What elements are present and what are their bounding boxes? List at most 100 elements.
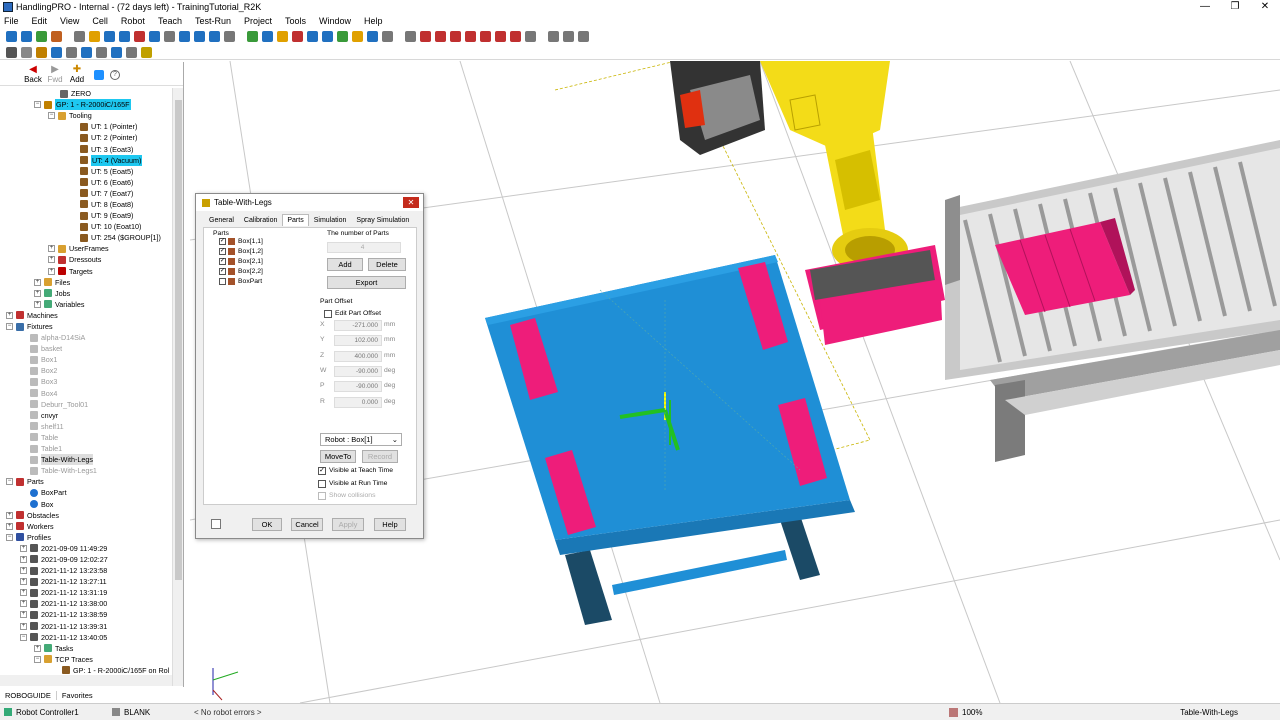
tree-item[interactable]: UT: 2 (Pointer) xyxy=(0,132,172,143)
tree-item[interactable]: + Machines xyxy=(0,310,172,321)
tree-expander-icon[interactable]: + xyxy=(6,522,13,530)
tree-vscrollbar[interactable] xyxy=(172,88,183,686)
tab-calibration[interactable]: Calibration xyxy=(239,214,282,226)
tab-parts[interactable]: Parts xyxy=(282,214,309,226)
tree-item[interactable]: ZERO xyxy=(0,88,172,99)
toolbar-tool-icon[interactable] xyxy=(292,31,303,42)
tab-spray-simulation[interactable]: Spray Simulation xyxy=(351,214,414,226)
toolbar-view-icon[interactable] xyxy=(51,46,62,58)
toolbar-tool-icon[interactable] xyxy=(119,31,130,42)
toolbar-tool-icon[interactable] xyxy=(337,31,348,42)
edit-offset-checkbox[interactable] xyxy=(324,310,332,318)
toolbar-tool-icon[interactable] xyxy=(6,31,17,42)
tree-expander-icon[interactable]: + xyxy=(20,600,27,608)
toolbar-tool-icon[interactable] xyxy=(435,31,446,42)
toolbar-tool-icon[interactable] xyxy=(51,31,62,42)
tree-item[interactable]: Table xyxy=(0,432,172,443)
toolbar-tool-icon[interactable] xyxy=(134,31,145,42)
part-checkbox[interactable]: ✓ xyxy=(219,268,226,275)
tree-item[interactable]: − Profiles xyxy=(0,532,172,543)
tree-item[interactable]: +2021-11-12 13:27:11 xyxy=(0,576,172,587)
toolbar-tool-icon[interactable] xyxy=(322,31,333,42)
robot-part-select[interactable]: Robot : Box[1] ⌄ xyxy=(320,433,402,446)
part-list-item[interactable]: ✓ Box[1,2] xyxy=(219,248,263,255)
tree-item[interactable]: Box xyxy=(0,498,172,509)
tree-item[interactable]: Table1 xyxy=(0,443,172,454)
toolbar-view-icon[interactable] xyxy=(96,46,107,58)
tree-expander-icon[interactable]: + xyxy=(6,311,13,319)
toolbar-tool-icon[interactable] xyxy=(420,31,431,42)
menu-test-run[interactable]: Test-Run xyxy=(195,16,231,26)
tree-item[interactable]: shelf11 xyxy=(0,421,172,432)
menu-cell[interactable]: Cell xyxy=(92,16,108,26)
cancel-button[interactable]: Cancel xyxy=(291,518,323,531)
tree-expander-icon[interactable]: − xyxy=(48,112,55,120)
tree-expander-icon[interactable]: + xyxy=(20,611,27,619)
toolbar-tool-icon[interactable] xyxy=(367,31,378,42)
restore-button[interactable]: ❐ xyxy=(1220,0,1250,14)
toolbar-tool-icon[interactable] xyxy=(563,31,574,42)
tree-expander-icon[interactable]: + xyxy=(34,278,41,286)
tree-expander-icon[interactable]: − xyxy=(34,655,41,663)
tree-expander-icon[interactable]: + xyxy=(34,289,41,297)
toolbar-tool-icon[interactable] xyxy=(450,31,461,42)
tree-item[interactable]: +2021-09-09 12:02:27 xyxy=(0,554,172,565)
tree-item[interactable]: + Jobs xyxy=(0,288,172,299)
toolbar-view-icon[interactable] xyxy=(141,46,152,58)
fwd-button[interactable]: ▶ Fwd xyxy=(44,65,66,85)
part-list-item[interactable]: ✓ Box[2,2] xyxy=(219,268,263,275)
delete-part-button[interactable]: Delete xyxy=(368,258,406,271)
tree-item[interactable]: − 2021-11-12 13:40:05 xyxy=(0,632,172,643)
tree-item[interactable]: Box4 xyxy=(0,388,172,399)
refresh-icon[interactable] xyxy=(94,70,104,80)
part-checkbox[interactable] xyxy=(219,278,226,285)
tree-item[interactable]: Box2 xyxy=(0,365,172,376)
toolbar-tool-icon[interactable] xyxy=(194,31,205,42)
tree-item[interactable]: Table-With-Legs xyxy=(0,454,172,466)
tab-simulation[interactable]: Simulation xyxy=(309,214,352,226)
help-button[interactable]: Help xyxy=(374,518,406,531)
close-button[interactable]: ✕ xyxy=(1250,0,1280,14)
add-button[interactable]: ✚ Add xyxy=(66,65,88,85)
tree-item[interactable]: + Variables xyxy=(0,299,172,310)
toolbar-view-icon[interactable] xyxy=(126,46,137,58)
tree-expander-icon[interactable]: − xyxy=(20,633,27,641)
toolbar-tool-icon[interactable] xyxy=(525,31,536,42)
tree-item[interactable]: UT: 7 (Eoat7) xyxy=(0,188,172,199)
toolbar-tool-icon[interactable] xyxy=(480,31,491,42)
tree-item[interactable]: UT: 3 (Eoat3) xyxy=(0,143,172,154)
tree-expander-icon[interactable]: + xyxy=(34,644,41,652)
tab-general[interactable]: General xyxy=(204,214,239,226)
toolbar-tool-icon[interactable] xyxy=(36,31,47,42)
tab-favorites[interactable]: Favorites xyxy=(57,691,98,700)
menu-project[interactable]: Project xyxy=(244,16,272,26)
dialog-lock-icon[interactable] xyxy=(211,519,221,529)
toolbar-tool-icon[interactable] xyxy=(510,31,521,42)
tree-expander-icon[interactable]: + xyxy=(20,578,27,586)
tree-expander-icon[interactable]: − xyxy=(34,101,41,109)
tab-roboguide[interactable]: ROBOGUIDE xyxy=(0,690,57,700)
toolbar-view-icon[interactable] xyxy=(111,46,122,58)
tree-item[interactable]: − Tooling xyxy=(0,110,172,121)
toolbar-tool-icon[interactable] xyxy=(277,31,288,42)
toolbar-tool-icon[interactable] xyxy=(209,31,220,42)
add-part-button[interactable]: Add xyxy=(327,258,363,271)
tree-item[interactable]: + Workers xyxy=(0,521,172,532)
menu-window[interactable]: Window xyxy=(319,16,351,26)
tree-item[interactable]: cnvyr xyxy=(0,410,172,421)
menu-edit[interactable]: Edit xyxy=(32,16,48,26)
visible-run-checkbox[interactable] xyxy=(318,480,326,488)
tree-item[interactable]: + Targets xyxy=(0,266,172,277)
tree-item[interactable]: Box1 xyxy=(0,354,172,365)
tree-item[interactable]: +2021-11-12 13:38:00 xyxy=(0,598,172,609)
tree-expander-icon[interactable]: + xyxy=(34,300,41,308)
tree-item[interactable]: Deburr_Tool01 xyxy=(0,399,172,410)
tree-item[interactable]: + Dressouts xyxy=(0,254,172,265)
toolbar-tool-icon[interactable] xyxy=(382,31,393,42)
tree-expander-icon[interactable]: + xyxy=(20,544,27,552)
tree-item[interactable]: + Obstacles xyxy=(0,510,172,521)
tree-item[interactable]: +2021-11-12 13:31:19 xyxy=(0,587,172,598)
tree-item[interactable]: UT: 6 (Eoat6) xyxy=(0,177,172,188)
toolbar-tool-icon[interactable] xyxy=(495,31,506,42)
tree-item[interactable]: + Files xyxy=(0,277,172,288)
